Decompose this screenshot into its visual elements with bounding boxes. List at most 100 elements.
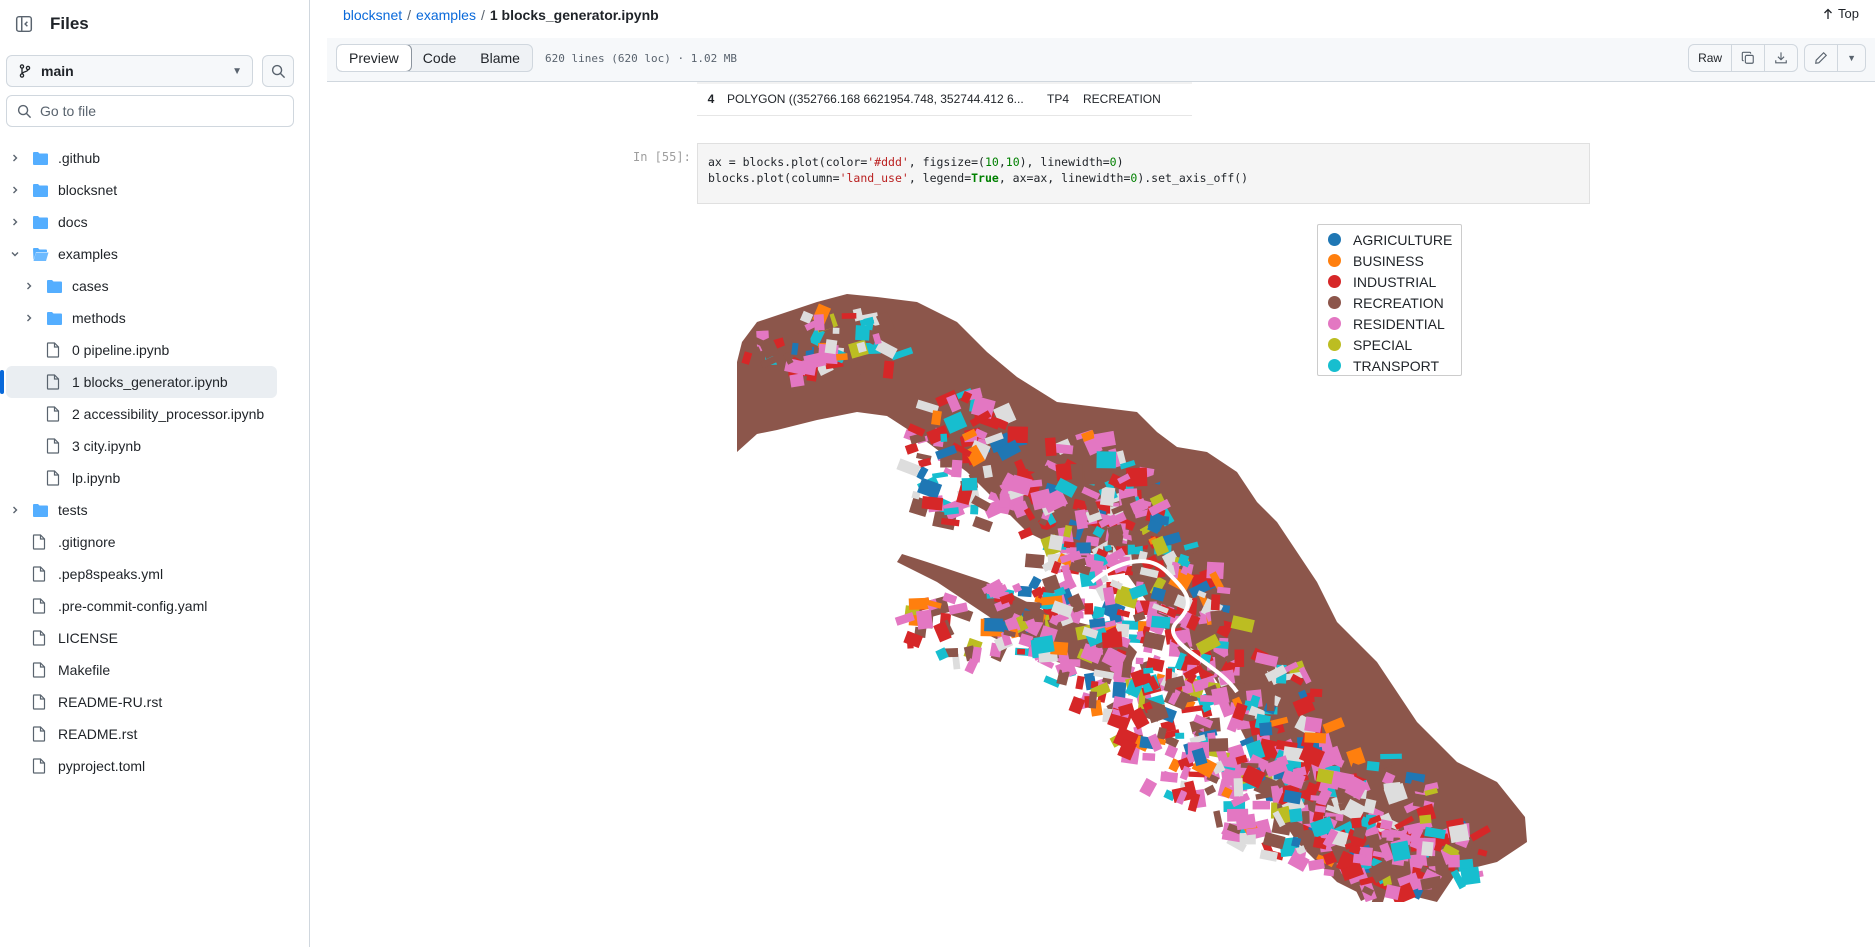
tree-item-0-pipeline-ipynb[interactable]: 0 pipeline.ipynb xyxy=(0,334,309,366)
legend-item-agriculture: AGRICULTURE xyxy=(1328,229,1461,250)
map-block xyxy=(1088,691,1098,709)
map-block xyxy=(1136,630,1144,638)
legend-label: TRANSPORT xyxy=(1353,357,1440,374)
tab-blame[interactable]: Blame xyxy=(468,45,532,71)
file-icon xyxy=(46,374,64,390)
map-block xyxy=(1200,694,1215,703)
edit-menu-button[interactable]: ▼ xyxy=(1837,45,1865,71)
tree-item-makefile[interactable]: Makefile xyxy=(0,654,309,686)
tree-item-label: 2 accessibility_processor.ipynb xyxy=(72,406,265,422)
map-block xyxy=(1380,753,1402,760)
folder-icon xyxy=(32,502,50,518)
map-block xyxy=(961,477,978,491)
tree-item-label: README.rst xyxy=(58,726,138,742)
map-block xyxy=(896,458,921,477)
map-block xyxy=(1304,716,1323,733)
legend-label: INDUSTRIAL xyxy=(1353,273,1437,290)
map-block xyxy=(1323,868,1335,877)
raw-button[interactable]: Raw xyxy=(1689,45,1731,71)
tab-preview[interactable]: Preview xyxy=(336,45,412,71)
zone-cell: TP4 xyxy=(1047,91,1070,106)
breadcrumb-repo-link[interactable]: blocksnet xyxy=(343,7,402,23)
tree-item-2-accessibility-processor-ipynb[interactable]: 2 accessibility_processor.ipynb xyxy=(0,398,309,430)
legend-item-residential: RESIDENTIAL xyxy=(1328,313,1461,334)
map-block xyxy=(1143,667,1154,674)
tree-item-lp-ipynb[interactable]: lp.ipynb xyxy=(0,462,309,494)
search-files-button[interactable] xyxy=(262,55,294,87)
file-icon xyxy=(32,726,50,742)
map-block xyxy=(1084,603,1094,615)
chevron-down-icon: ▼ xyxy=(232,65,242,77)
active-indicator xyxy=(0,370,4,394)
notebook-content: 4 POLYGON ((352766.168 6621954.748, 3527… xyxy=(327,82,1875,947)
tree-item-docs[interactable]: docs xyxy=(0,206,309,238)
tree-item-github[interactable]: .github xyxy=(0,142,309,174)
file-toolbar: Preview Code Blame 620 lines (620 loc) ·… xyxy=(327,38,1875,82)
map-block xyxy=(1210,594,1221,611)
tree-item-blocksnet[interactable]: blocksnet xyxy=(0,174,309,206)
map-block xyxy=(1266,695,1275,712)
tree-item-label: blocksnet xyxy=(58,182,118,198)
breadcrumb-separator: / xyxy=(407,7,412,23)
file-icon xyxy=(46,470,64,486)
copy-raw-button[interactable] xyxy=(1731,45,1764,71)
legend-label: AGRICULTURE xyxy=(1353,231,1453,248)
tree-item-3-city-ipynb[interactable]: 3 city.ipynb xyxy=(0,430,309,462)
tree-item-pre-commit-config-yaml[interactable]: .pre-commit-config.yaml xyxy=(0,590,309,622)
map-block xyxy=(1208,738,1229,752)
map-block xyxy=(1033,635,1055,655)
file-icon xyxy=(46,438,64,454)
folder-icon xyxy=(32,182,50,198)
copy-icon xyxy=(1741,51,1754,64)
map-block xyxy=(1386,833,1394,842)
edit-button[interactable] xyxy=(1805,45,1837,71)
map-block xyxy=(1384,884,1401,901)
folder-icon xyxy=(46,310,64,326)
tree-item-label: methods xyxy=(72,310,126,326)
tree-item-label: examples xyxy=(58,246,118,262)
chevron-right-icon xyxy=(8,183,22,197)
tree-item-examples[interactable]: examples xyxy=(0,238,309,270)
collapse-sidebar-button[interactable] xyxy=(10,10,38,38)
legend-swatch xyxy=(1328,275,1341,288)
tree-item-label: .pep8speaks.yml xyxy=(58,566,164,582)
code-line-2: blocks.plot(column='land_use', legend=Tr… xyxy=(708,171,1249,185)
tab-code[interactable]: Code xyxy=(411,45,468,71)
map-block xyxy=(1024,553,1045,569)
tree-item-cases[interactable]: cases xyxy=(0,270,309,302)
branch-selector[interactable]: main ▼ xyxy=(6,55,253,87)
file-icon xyxy=(46,406,64,422)
land-use-cell: RECREATION xyxy=(1083,91,1161,106)
tree-item-license[interactable]: LICENSE xyxy=(0,622,309,654)
tree-item-readme-ru-rst[interactable]: README-RU.rst xyxy=(0,686,309,718)
map-legend: AGRICULTURE BUSINESS INDUSTRIAL RECREATION R… xyxy=(1317,224,1462,376)
tree-item-gitignore[interactable]: .gitignore xyxy=(0,526,309,558)
folder-open-icon xyxy=(32,246,50,262)
search-icon xyxy=(17,104,32,118)
file-icon xyxy=(32,534,50,550)
download-button[interactable] xyxy=(1764,45,1797,71)
tree-item-tests[interactable]: tests xyxy=(0,494,309,526)
tree-item-label: pyproject.toml xyxy=(58,758,146,774)
tree-item-1-blocks-generator-ipynb[interactable]: 1 blocks_generator.ipynb xyxy=(0,366,277,398)
sidebar-header: Files xyxy=(10,10,89,38)
file-icon xyxy=(32,598,50,614)
breadcrumb-folder-link[interactable]: examples xyxy=(416,7,476,23)
tree-item-readme-rst[interactable]: README.rst xyxy=(0,718,309,750)
map-block xyxy=(1252,800,1270,810)
tree-item-methods[interactable]: methods xyxy=(0,302,309,334)
chevron-right-icon xyxy=(22,279,36,293)
map-block xyxy=(1133,611,1146,623)
tree-item-pep8speaks-yml[interactable]: .pep8speaks.yml xyxy=(0,558,309,590)
map-block xyxy=(1074,612,1084,619)
go-to-file-input[interactable]: Go to file xyxy=(6,95,294,127)
tree-item-pyproject-toml[interactable]: pyproject.toml xyxy=(0,750,309,782)
folder-icon xyxy=(32,214,50,230)
top-button[interactable]: Top xyxy=(1822,6,1859,21)
tree-item-label: .github xyxy=(58,150,101,166)
file-tree-sidebar: Files main ▼ Go to file .github blocksnet… xyxy=(0,0,310,947)
legend-label: SPECIAL xyxy=(1353,336,1413,353)
